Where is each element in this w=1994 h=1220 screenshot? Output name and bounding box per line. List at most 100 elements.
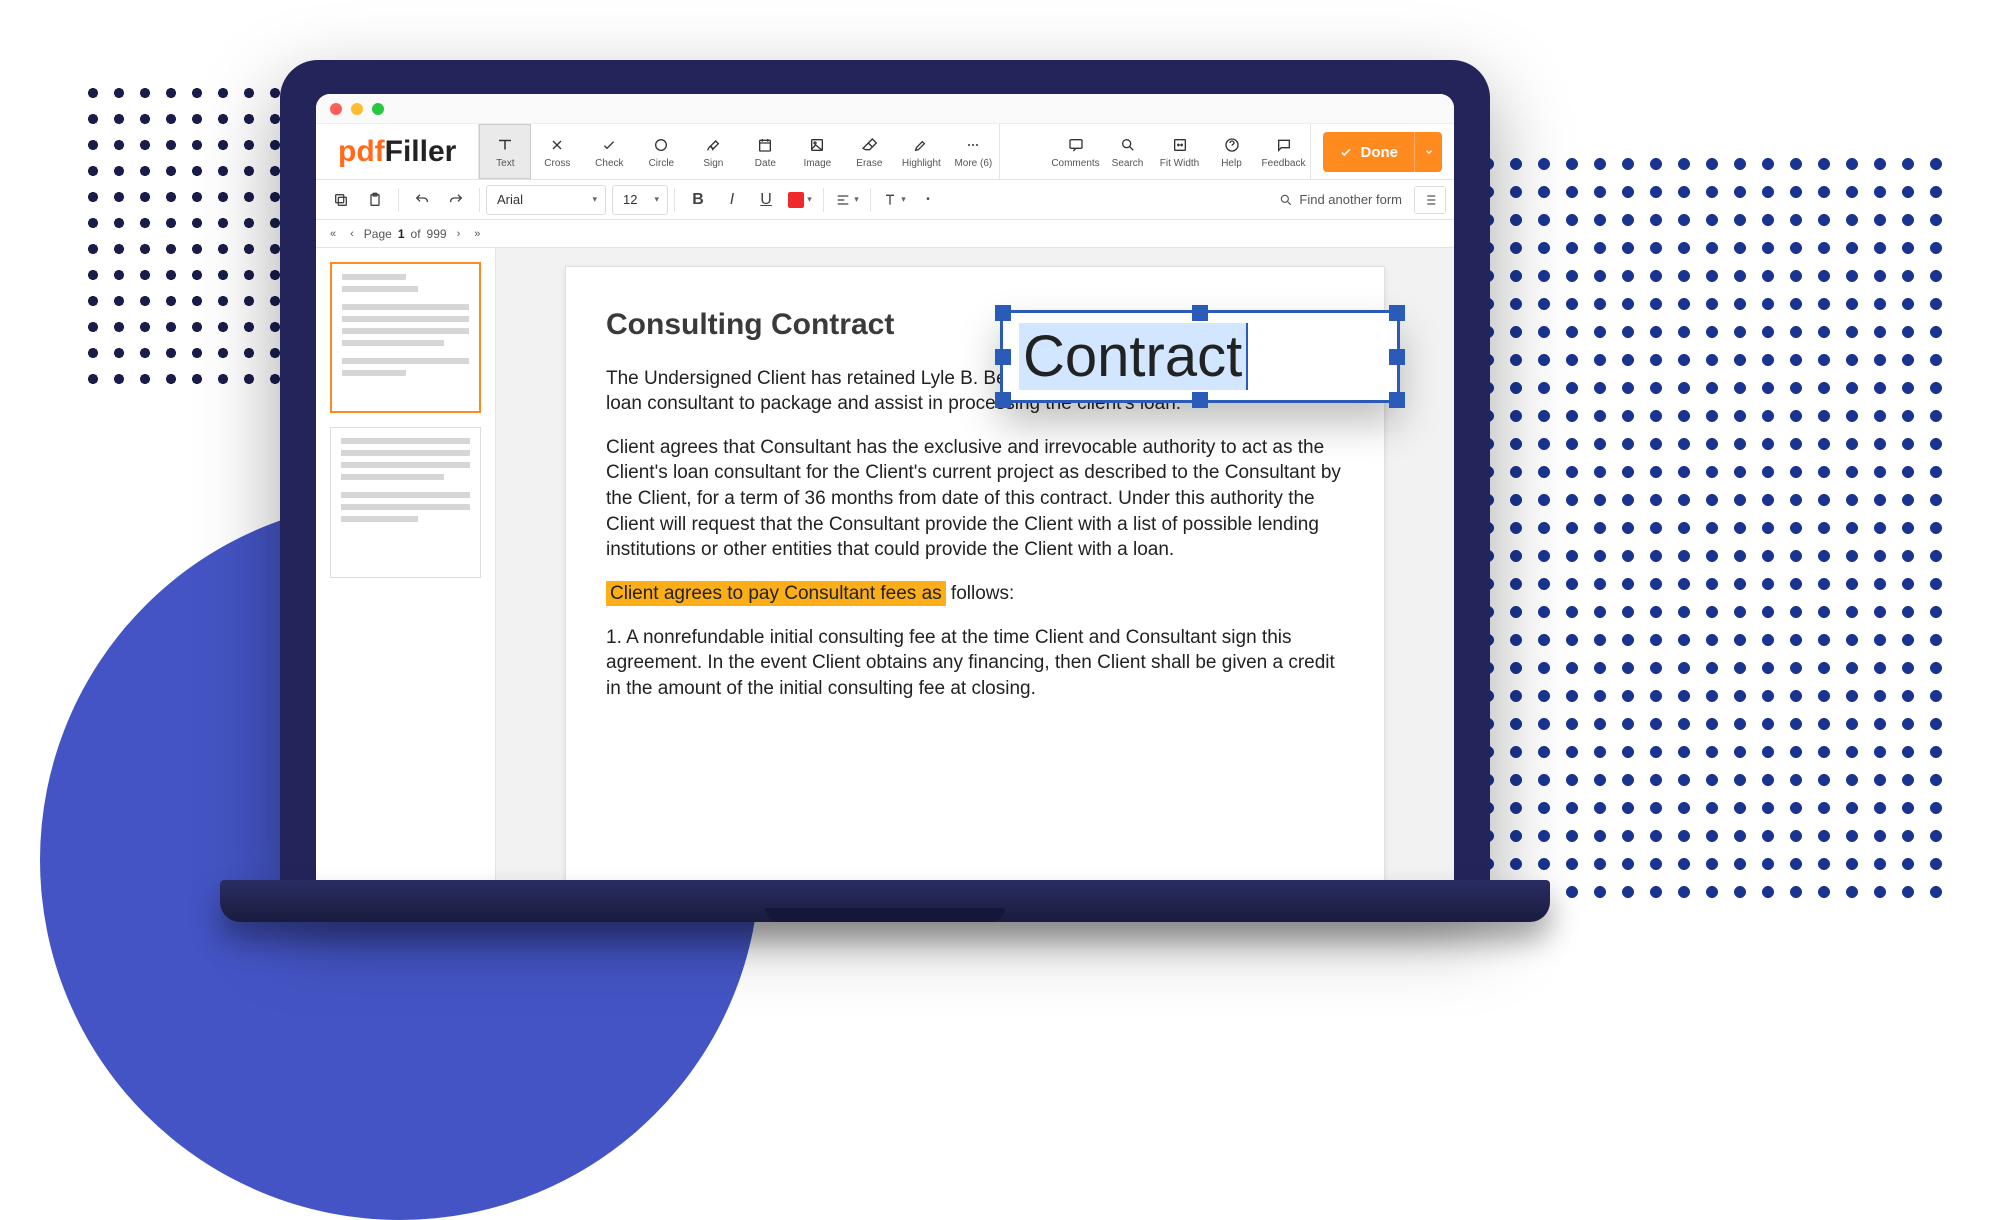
- page-current: 1: [398, 227, 405, 241]
- text-style-icon: [882, 192, 898, 208]
- tool-cross[interactable]: Cross: [531, 124, 583, 179]
- tool-erase[interactable]: Erase: [843, 124, 895, 179]
- window-zoom-icon[interactable]: [372, 103, 384, 115]
- redo-icon: [448, 192, 464, 208]
- search-icon: [1279, 193, 1293, 207]
- underline-icon: U: [760, 191, 772, 209]
- more-icon: [965, 134, 981, 156]
- feedback-icon: [1276, 134, 1292, 156]
- circle-icon: [653, 134, 669, 156]
- tool-search[interactable]: Search: [1102, 124, 1154, 179]
- tool-circle[interactable]: Circle: [635, 124, 687, 179]
- tool-highlight[interactable]: Highlight: [895, 124, 947, 179]
- help-icon: [1224, 134, 1240, 156]
- redo-button[interactable]: [439, 185, 473, 215]
- paste-icon: [367, 192, 383, 208]
- last-page-button[interactable]: »: [470, 228, 484, 240]
- text-color-button[interactable]: ▾: [783, 185, 817, 215]
- page-label-prefix: Page: [364, 227, 392, 241]
- list-icon: [1422, 192, 1438, 208]
- calendar-icon: [757, 134, 773, 156]
- checkmark-icon: [1339, 145, 1353, 159]
- check-icon: [601, 134, 617, 156]
- main-toolbar: pdfFiller Text Cross Check: [316, 124, 1454, 180]
- thumbnail-1[interactable]: [330, 262, 481, 413]
- logo-suffix: Filler: [385, 135, 457, 169]
- more-format-button[interactable]: •: [911, 185, 945, 215]
- undo-button[interactable]: [405, 185, 439, 215]
- text-edit-content[interactable]: Contract: [1019, 323, 1248, 390]
- color-swatch-icon: [788, 192, 804, 208]
- tool-group-main: Text Cross Check Circle: [479, 124, 1000, 179]
- find-another-form[interactable]: Find another form: [1279, 192, 1402, 207]
- done-dropdown[interactable]: [1414, 132, 1442, 172]
- window-controls: [316, 94, 1454, 124]
- done-button[interactable]: Done: [1323, 132, 1415, 172]
- search-icon: [1120, 134, 1136, 156]
- tool-date[interactable]: Date: [739, 124, 791, 179]
- paste-button[interactable]: [358, 185, 392, 215]
- prev-page-button[interactable]: ‹: [346, 228, 358, 240]
- italic-button[interactable]: I: [715, 185, 749, 215]
- resize-handle-bl[interactable]: [995, 392, 1011, 408]
- caret-down-icon: ▾: [854, 194, 859, 205]
- window-minimize-icon[interactable]: [351, 103, 363, 115]
- italic-icon: I: [730, 191, 734, 209]
- text-edit-box[interactable]: Contract: [1000, 310, 1400, 403]
- app-logo: pdfFiller: [316, 124, 479, 179]
- window-close-icon[interactable]: [330, 103, 342, 115]
- document-paragraph: Client agrees that Consultant has the ex…: [606, 435, 1344, 563]
- tool-text[interactable]: Text: [479, 124, 531, 179]
- resize-handle-tl[interactable]: [995, 305, 1011, 321]
- tool-image[interactable]: Image: [791, 124, 843, 179]
- page-navigator: « ‹ Page 1 of 999 › »: [316, 220, 1454, 248]
- text-tool-icon: [496, 134, 514, 156]
- panel-toggle-button[interactable]: [1414, 186, 1446, 214]
- comments-icon: [1068, 134, 1084, 156]
- logo-prefix: pdf: [338, 135, 385, 169]
- font-size-select[interactable]: 12 ▾: [612, 185, 668, 215]
- page-total: 999: [427, 227, 447, 241]
- chevron-down-icon: [1424, 147, 1434, 157]
- caret-down-icon: ▾: [901, 194, 906, 205]
- resize-handle-l[interactable]: [995, 349, 1011, 365]
- app-window: pdfFiller Text Cross Check: [316, 94, 1454, 900]
- format-toolbar: Arial ▾ 12 ▾ B I U ▾ ▾ ▾ •: [316, 180, 1454, 220]
- align-left-icon: [835, 192, 851, 208]
- underline-button[interactable]: U: [749, 185, 783, 215]
- thumbnail-2[interactable]: [330, 427, 481, 578]
- highlighted-text: Client agrees to pay Consultant fees as: [606, 581, 946, 606]
- resize-handle-t[interactable]: [1192, 305, 1208, 321]
- first-page-button[interactable]: «: [326, 228, 340, 240]
- tool-help[interactable]: Help: [1206, 124, 1258, 179]
- done-button-group: Done: [1323, 132, 1443, 172]
- tool-more[interactable]: More (6): [947, 124, 999, 179]
- font-select[interactable]: Arial ▾: [486, 185, 606, 215]
- tool-feedback[interactable]: Feedback: [1258, 124, 1310, 179]
- cross-icon: [549, 134, 565, 156]
- tool-comments[interactable]: Comments: [1050, 124, 1102, 179]
- document-paragraph: Client agrees to pay Consultant fees as …: [606, 581, 1344, 607]
- undo-icon: [414, 192, 430, 208]
- resize-handle-r[interactable]: [1389, 349, 1405, 365]
- tool-fit-width[interactable]: Fit Width: [1154, 124, 1206, 179]
- tool-sign[interactable]: Sign: [687, 124, 739, 179]
- caret-down-icon: ▾: [654, 194, 659, 205]
- tool-check[interactable]: Check: [583, 124, 635, 179]
- next-page-button[interactable]: ›: [453, 228, 465, 240]
- text-style-button[interactable]: ▾: [877, 185, 911, 215]
- bold-button[interactable]: B: [681, 185, 715, 215]
- copy-button[interactable]: [324, 185, 358, 215]
- tool-group-right: Comments Search Fit Width Help: [1050, 124, 1311, 179]
- highlight-icon: [913, 134, 929, 156]
- thumbnail-panel: [316, 248, 496, 900]
- copy-icon: [333, 192, 349, 208]
- caret-down-icon: ▾: [592, 194, 597, 205]
- align-button[interactable]: ▾: [830, 185, 864, 215]
- resize-handle-b[interactable]: [1192, 392, 1208, 408]
- dot-icon: •: [926, 194, 930, 205]
- sign-icon: [705, 134, 721, 156]
- resize-handle-tr[interactable]: [1389, 305, 1405, 321]
- image-icon: [809, 134, 825, 156]
- resize-handle-br[interactable]: [1389, 392, 1405, 408]
